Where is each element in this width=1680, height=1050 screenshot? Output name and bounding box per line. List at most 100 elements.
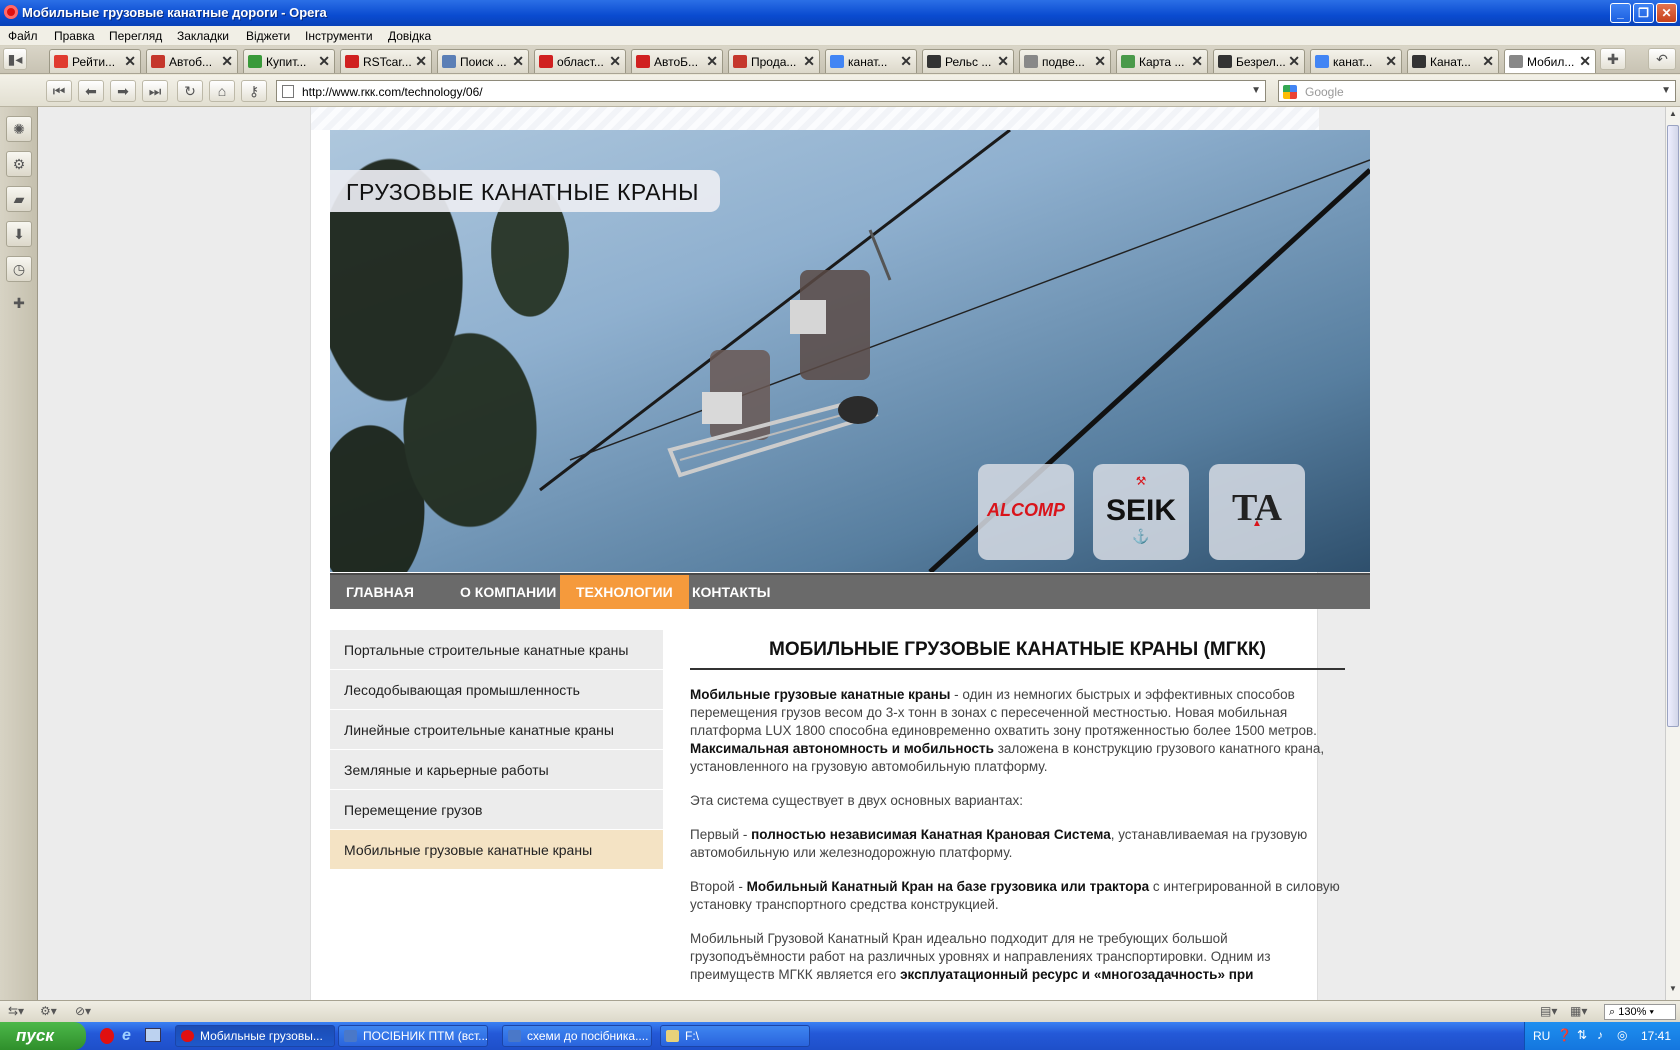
url-dropdown-icon[interactable]: ▼ bbox=[1251, 85, 1261, 96]
menu-tools[interactable]: Інструменти bbox=[305, 29, 373, 43]
tab-close-icon[interactable]: ✕ bbox=[318, 53, 330, 70]
home-button[interactable]: ⌂ bbox=[209, 80, 235, 102]
maximize-button[interactable]: ❐ bbox=[1633, 3, 1654, 23]
sidebar-item-portal-cranes[interactable]: Портальные строительные канатные краны bbox=[330, 630, 663, 670]
nav-home[interactable]: ГЛАВНАЯ bbox=[330, 575, 430, 609]
task-word-2[interactable]: схеми до посібника.... bbox=[502, 1025, 652, 1047]
language-indicator[interactable]: RU bbox=[1533, 1029, 1550, 1043]
tab-1[interactable]: Рейти... ✕ bbox=[49, 49, 141, 73]
seik-logo-tile[interactable]: ⚒ SEIK ⚓ bbox=[1093, 464, 1189, 560]
minimize-button[interactable]: _ bbox=[1610, 3, 1631, 23]
sidebar-item-mobile-cranes[interactable]: Мобильные грузовые канатные краны bbox=[330, 830, 663, 870]
new-tab-button[interactable]: ✚ bbox=[1600, 48, 1626, 70]
network-tray-icon[interactable]: ⇅ bbox=[1577, 1028, 1587, 1042]
tab-close-icon[interactable]: ✕ bbox=[1094, 53, 1106, 70]
task-opera[interactable]: Мобильные грузовы... bbox=[175, 1025, 335, 1047]
dragonfly-icon[interactable]: ⊘▾ bbox=[75, 1004, 91, 1018]
tab-close-icon[interactable]: ✕ bbox=[997, 53, 1009, 70]
menu-bookmarks[interactable]: Закладки bbox=[177, 29, 229, 43]
task-explorer[interactable]: F:\ bbox=[660, 1025, 810, 1047]
task-word-1[interactable]: ПОСІБНИК ПТМ (вст... bbox=[338, 1025, 488, 1047]
tab-close-icon[interactable]: ✕ bbox=[1385, 53, 1397, 70]
search-field[interactable]: Google ▼ bbox=[1278, 80, 1676, 102]
close-button[interactable]: ✕ bbox=[1656, 3, 1677, 23]
tab-7[interactable]: АвтоБ... ✕ bbox=[631, 49, 723, 73]
alcomp-logo-tile[interactable]: ALCOMP bbox=[978, 464, 1074, 560]
turbo-icon[interactable]: ⇆▾ bbox=[8, 1004, 24, 1018]
downloads-panel-icon[interactable]: ⬇ bbox=[6, 221, 32, 247]
tab-11[interactable]: подве... ✕ bbox=[1019, 49, 1111, 73]
tab-14[interactable]: канат... ✕ bbox=[1310, 49, 1402, 73]
update-tray-icon[interactable]: ◎ bbox=[1617, 1028, 1627, 1042]
zoom-control[interactable]: ⌕ 130% ▾ bbox=[1604, 1004, 1676, 1020]
volume-tray-icon[interactable]: ♪ bbox=[1597, 1028, 1603, 1042]
tab-16-active[interactable]: Мобил... ✕ bbox=[1504, 49, 1596, 73]
tab-close-icon[interactable]: ✕ bbox=[609, 53, 621, 70]
menu-help[interactable]: Довідка bbox=[388, 29, 431, 43]
address-bar[interactable]: http://www.rкк.com/technology/06/ ▼ bbox=[276, 80, 1266, 102]
tab-close-icon[interactable]: ✕ bbox=[1191, 53, 1203, 70]
tab-close-icon[interactable]: ✕ bbox=[803, 53, 815, 70]
menu-view[interactable]: Перегляд bbox=[109, 29, 162, 43]
opera-quicklaunch-icon[interactable] bbox=[100, 1028, 114, 1044]
search-dropdown-icon[interactable]: ▼ bbox=[1661, 85, 1671, 96]
scrollbar-thumb[interactable] bbox=[1667, 125, 1679, 727]
start-button[interactable]: пуск bbox=[0, 1022, 86, 1050]
tab-close-icon[interactable]: ✕ bbox=[512, 53, 524, 70]
nav-contacts[interactable]: КОНТАКТЫ bbox=[676, 575, 786, 609]
tab-15[interactable]: Канат... ✕ bbox=[1407, 49, 1499, 73]
widgets-panel-icon[interactable]: ✺ bbox=[6, 116, 32, 142]
help-tray-icon[interactable]: ❓ bbox=[1557, 1028, 1572, 1042]
panel-toggle-icon[interactable]: ▮◂ bbox=[3, 48, 27, 70]
tab-close-icon[interactable]: ✕ bbox=[221, 53, 233, 70]
desktop-quicklaunch-icon[interactable] bbox=[145, 1028, 161, 1042]
nav-technology[interactable]: ТЕХНОЛОГИИ bbox=[560, 575, 689, 609]
tab-close-icon[interactable]: ✕ bbox=[124, 53, 136, 70]
vertical-scrollbar[interactable]: ▲ ▼ bbox=[1665, 107, 1680, 1000]
notes-panel-icon[interactable]: ▰ bbox=[6, 186, 32, 212]
tab-close-icon[interactable]: ✕ bbox=[706, 53, 718, 70]
sidebar-item-linear-cranes[interactable]: Линейные строительные канатные краны bbox=[330, 710, 663, 750]
unite-icon[interactable]: ⚙▾ bbox=[40, 1004, 57, 1018]
unite-panel-icon[interactable]: ⚙ bbox=[6, 151, 32, 177]
panel-toggle-status-icon[interactable]: ▤▾ bbox=[1540, 1004, 1557, 1018]
url-text[interactable]: http://www.rкк.com/technology/06/ bbox=[302, 85, 483, 99]
tab-8[interactable]: Прода... ✕ bbox=[728, 49, 820, 73]
sidebar-item-cargo-moving[interactable]: Перемещение грузов bbox=[330, 790, 663, 830]
tab-close-icon[interactable]: ✕ bbox=[1579, 53, 1591, 70]
scroll-up-icon[interactable]: ▲ bbox=[1667, 109, 1679, 123]
tab-10[interactable]: Рельс ... ✕ bbox=[922, 49, 1014, 73]
tab-2[interactable]: Автоб... ✕ bbox=[146, 49, 238, 73]
back-button[interactable]: ⬅ bbox=[78, 80, 104, 102]
sidebar-item-earthworks[interactable]: Земляные и карьерные работы bbox=[330, 750, 663, 790]
fast-forward-button[interactable]: ⏭ bbox=[142, 80, 168, 102]
menu-edit[interactable]: Правка bbox=[54, 29, 95, 43]
closed-tabs-icon[interactable]: ↶ bbox=[1648, 48, 1676, 70]
google-icon[interactable] bbox=[1283, 85, 1297, 99]
history-panel-icon[interactable]: ◷ bbox=[6, 256, 32, 282]
wand-button[interactable]: ⚷ bbox=[241, 80, 267, 102]
tab-5[interactable]: Поиск ... ✕ bbox=[437, 49, 529, 73]
add-panel-icon[interactable]: ✚ bbox=[6, 291, 32, 317]
tab-3[interactable]: Купит... ✕ bbox=[243, 49, 335, 73]
tab-close-icon[interactable]: ✕ bbox=[1288, 53, 1300, 70]
technoalpin-logo-tile[interactable]: TA ▲ bbox=[1209, 464, 1305, 560]
reload-button[interactable]: ↻ bbox=[177, 80, 203, 102]
tab-close-icon[interactable]: ✕ bbox=[415, 53, 427, 70]
tab-4[interactable]: RSTcar... ✕ bbox=[340, 49, 432, 73]
menu-widgets[interactable]: Віджети bbox=[246, 29, 290, 43]
tab-6[interactable]: област... ✕ bbox=[534, 49, 626, 73]
tab-9[interactable]: канат... ✕ bbox=[825, 49, 917, 73]
tab-close-icon[interactable]: ✕ bbox=[1482, 53, 1494, 70]
tab-13[interactable]: Безрел... ✕ bbox=[1213, 49, 1305, 73]
forward-button[interactable]: ➡ bbox=[110, 80, 136, 102]
tab-12[interactable]: Карта ... ✕ bbox=[1116, 49, 1208, 73]
view-mode-icon[interactable]: ▦▾ bbox=[1570, 1004, 1587, 1018]
rewind-button[interactable]: ⏮ bbox=[46, 80, 72, 102]
ie-quicklaunch-icon[interactable]: e bbox=[122, 1027, 131, 1045]
nav-about[interactable]: О КОМПАНИИ bbox=[444, 575, 572, 609]
scroll-down-icon[interactable]: ▼ bbox=[1667, 984, 1679, 998]
sidebar-item-forestry[interactable]: Лесодобывающая промышленность bbox=[330, 670, 663, 710]
menu-file[interactable]: Файл bbox=[8, 29, 38, 43]
tab-close-icon[interactable]: ✕ bbox=[900, 53, 912, 70]
